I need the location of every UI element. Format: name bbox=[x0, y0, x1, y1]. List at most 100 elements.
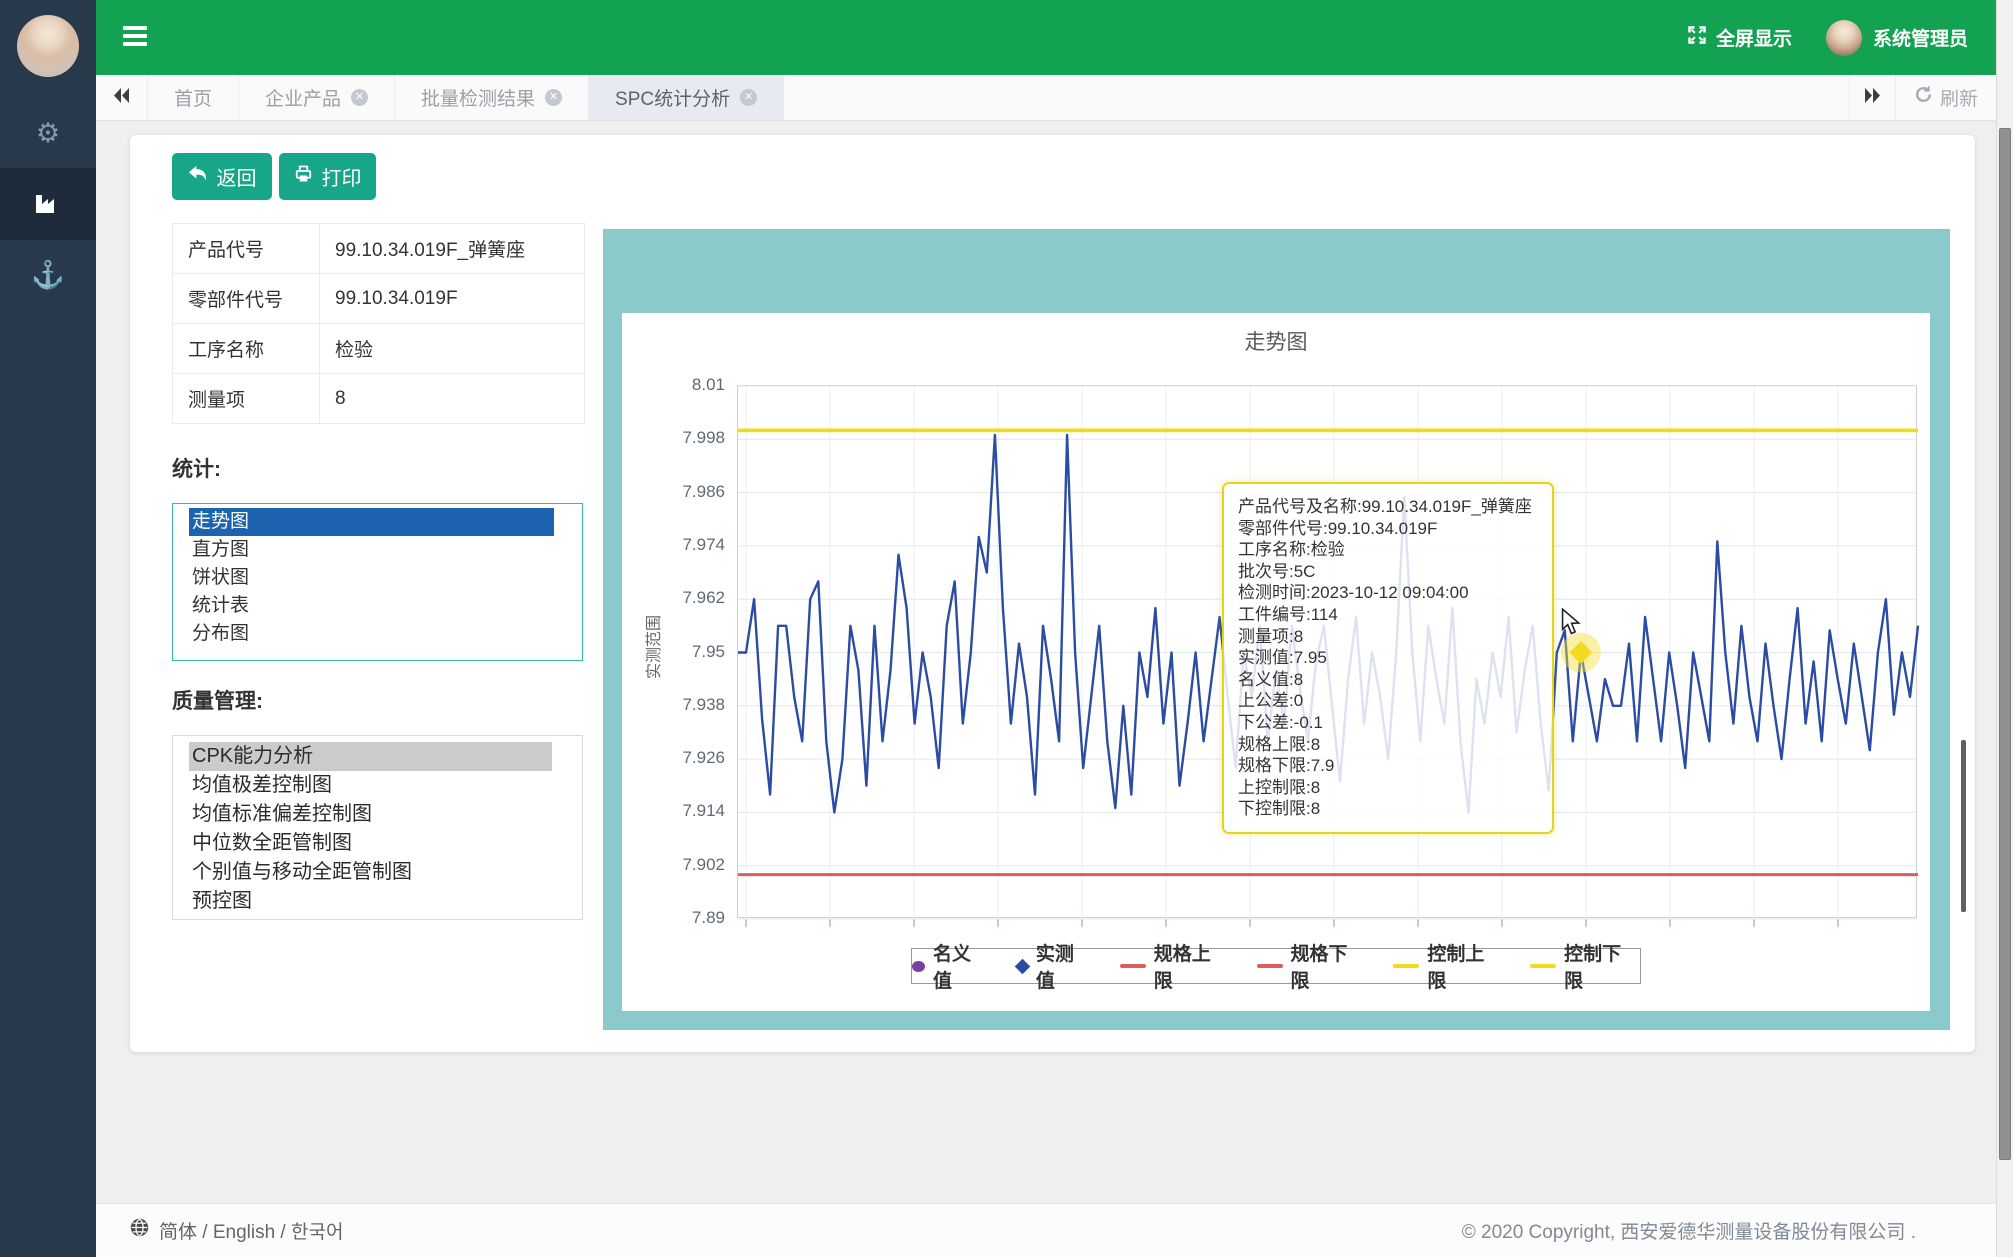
sidebar-profile-avatar[interactable] bbox=[17, 15, 79, 77]
menu-toggle-button[interactable] bbox=[123, 26, 149, 49]
legend-item-规格下限[interactable]: 规格下限 bbox=[1257, 939, 1367, 993]
row-value: 99.10.34.019F bbox=[320, 274, 585, 324]
sidebar-item-analysis[interactable] bbox=[0, 168, 96, 240]
data-point-tooltip: 产品代号及名称:99.10.34.019F_弹簧座零部件代号:99.10.34.… bbox=[1222, 482, 1554, 834]
tooltip-line: 检测时间:2023-10-12 09:04:00 bbox=[1238, 582, 1538, 604]
legend-label: 实测值 bbox=[1036, 939, 1093, 993]
mouse-cursor bbox=[1560, 608, 1582, 640]
legend-marker-line bbox=[1257, 964, 1283, 968]
row-value: 检验 bbox=[320, 324, 585, 374]
globe-icon bbox=[130, 1218, 149, 1243]
list-item-饼状图[interactable]: 饼状图 bbox=[189, 564, 554, 592]
y-tick-label: 7.974 bbox=[622, 535, 725, 555]
vertical-scrollbar[interactable] bbox=[1996, 0, 2013, 1257]
list-item-CPK能力分析[interactable]: CPK能力分析 bbox=[189, 742, 552, 771]
tooltip-line: 产品代号及名称:99.10.34.019F_弹簧座 bbox=[1238, 496, 1538, 518]
legend-marker-line bbox=[1120, 964, 1146, 968]
y-tick-label: 7.962 bbox=[622, 588, 725, 608]
print-button-label: 打印 bbox=[322, 162, 362, 191]
refresh-label: 刷新 bbox=[1940, 84, 1978, 111]
list-item-走势图[interactable]: 走势图 bbox=[189, 508, 554, 536]
tab-企业产品[interactable]: 企业产品 ✕ bbox=[239, 75, 395, 120]
list-item-均值极差控制图[interactable]: 均值极差控制图 bbox=[189, 771, 552, 800]
tooltip-line: 实测值:7.95 bbox=[1238, 647, 1538, 669]
row-value: 99.10.34.019F_弹簧座 bbox=[320, 224, 585, 274]
legend-label: 名义值 bbox=[933, 939, 990, 993]
list-item-箱线图[interactable]: 箱线图 bbox=[189, 916, 552, 920]
scrollbar-thumb[interactable] bbox=[1999, 128, 2011, 1160]
quality-list-scrollbar[interactable] bbox=[1961, 740, 1966, 912]
legend-label: 控制下限 bbox=[1564, 939, 1640, 993]
legend-item-控制下限[interactable]: 控制下限 bbox=[1530, 939, 1640, 993]
tab-SPC统计分析[interactable]: SPC统计分析✕ bbox=[589, 75, 784, 120]
top-header: 全屏显示 系统管理员 bbox=[96, 0, 1996, 75]
legend-label: 控制上限 bbox=[1427, 939, 1503, 993]
tab-close-icon[interactable]: ✕ bbox=[351, 89, 368, 106]
factory-chart-icon bbox=[33, 189, 63, 220]
tooltip-line: 规格上限:8 bbox=[1238, 734, 1538, 756]
gear-icon: ⚙ bbox=[36, 118, 60, 149]
legend-marker-line bbox=[1393, 964, 1419, 968]
refresh-icon bbox=[1914, 85, 1933, 110]
tooltip-line: 工序名称:检验 bbox=[1238, 539, 1538, 561]
user-name: 系统管理员 bbox=[1873, 24, 1968, 51]
spc-analysis-card: 返回 打印 产品代号99.10.34.019F_弹簧座零部件代号99.10.34… bbox=[130, 135, 1975, 1052]
language-switcher[interactable]: 简体 / English / 한국어 bbox=[130, 1217, 343, 1244]
legend-item-控制上限[interactable]: 控制上限 bbox=[1393, 939, 1503, 993]
user-menu[interactable]: 系统管理员 bbox=[1826, 20, 1968, 56]
chart-container: 走势图 实测范围 8.017.9987.9867.9747.9627.957.9… bbox=[603, 229, 1950, 1030]
double-chevron-right-icon bbox=[1863, 88, 1881, 108]
tab-close-icon[interactable]: ✕ bbox=[545, 89, 562, 106]
list-item-分布图[interactable]: 分布图 bbox=[189, 620, 554, 648]
list-item-预控图[interactable]: 预控图 bbox=[189, 887, 552, 916]
legend-item-规格上限[interactable]: 规格上限 bbox=[1120, 939, 1230, 993]
list-item-中位数全距管制图[interactable]: 中位数全距管制图 bbox=[189, 829, 552, 858]
tooltip-line: 测量项:8 bbox=[1238, 626, 1538, 648]
chart-panel: 走势图 实测范围 8.017.9987.9867.9747.9627.957.9… bbox=[622, 313, 1930, 1011]
sidebar-item-anchor[interactable]: ⚓ bbox=[0, 242, 96, 308]
list-item-个别值与移动全距管制图[interactable]: 个别值与移动全距管制图 bbox=[189, 858, 552, 887]
y-tick-label: 7.902 bbox=[622, 855, 725, 875]
tabs-scroll-right-button[interactable] bbox=[1849, 75, 1895, 120]
legend-label: 规格上限 bbox=[1154, 939, 1230, 993]
sidebar-item-settings[interactable]: ⚙ bbox=[0, 100, 96, 166]
table-row: 工序名称检验 bbox=[173, 324, 585, 374]
list-item-直方图[interactable]: 直方图 bbox=[189, 536, 554, 564]
tooltip-line: 上公差:0 bbox=[1238, 690, 1538, 712]
quality-section-title: 质量管理: bbox=[172, 685, 263, 715]
tooltip-line: 下公差:-0.1 bbox=[1238, 712, 1538, 734]
table-row: 产品代号99.10.34.019F_弹簧座 bbox=[173, 224, 585, 274]
page-footer: 简体 / English / 한국어 © 2020 Copyright, 西安爱… bbox=[96, 1203, 1996, 1257]
back-button[interactable]: 返回 bbox=[172, 153, 272, 200]
copyright-text: © 2020 Copyright, 西安爱德华测量设备股份有限公司 . bbox=[1462, 1217, 1916, 1244]
fullscreen-button[interactable]: 全屏显示 bbox=[1687, 24, 1792, 51]
refresh-button[interactable]: 刷新 bbox=[1895, 75, 1996, 120]
tooltip-line: 批次号:5C bbox=[1238, 561, 1538, 583]
sidebar: ⚙ ⚓ bbox=[0, 0, 96, 1257]
list-item-均值标准偏差控制图[interactable]: 均值标准偏差控制图 bbox=[189, 800, 552, 829]
back-button-label: 返回 bbox=[217, 162, 257, 191]
tooltip-line: 名义值:8 bbox=[1238, 669, 1538, 691]
main-content: 返回 打印 产品代号99.10.34.019F_弹簧座零部件代号99.10.34… bbox=[96, 122, 1996, 1203]
list-item-统计表[interactable]: 统计表 bbox=[189, 592, 554, 620]
legend-item-实测值[interactable]: 实测值 bbox=[1017, 939, 1093, 993]
legend-item-名义值[interactable]: 名义值 bbox=[912, 939, 990, 993]
y-tick-label: 7.938 bbox=[622, 695, 725, 715]
row-label: 零部件代号 bbox=[173, 274, 320, 324]
tabs-scroll-left-button[interactable] bbox=[96, 75, 148, 120]
tooltip-line: 下控制限:8 bbox=[1238, 798, 1538, 820]
print-button[interactable]: 打印 bbox=[279, 153, 376, 200]
printer-icon bbox=[294, 165, 313, 189]
fullscreen-icon bbox=[1687, 25, 1707, 51]
tab-首页[interactable]: 首页 bbox=[148, 75, 239, 120]
row-label: 产品代号 bbox=[173, 224, 320, 274]
fullscreen-label: 全屏显示 bbox=[1716, 24, 1792, 51]
y-tick-label: 7.926 bbox=[622, 748, 725, 768]
tab-close-icon[interactable]: ✕ bbox=[740, 89, 757, 106]
tab-批量检测结果[interactable]: 批量检测结果✕ bbox=[395, 75, 589, 120]
tab-bar: 首页企业产品✕批量检测结果✕SPC统计分析✕ 刷新 bbox=[96, 75, 1996, 121]
tab-label: 企业产品 bbox=[265, 84, 341, 111]
y-tick-label: 7.95 bbox=[622, 642, 725, 662]
back-arrow-icon bbox=[188, 165, 208, 188]
y-tick-label: 7.986 bbox=[622, 482, 725, 502]
